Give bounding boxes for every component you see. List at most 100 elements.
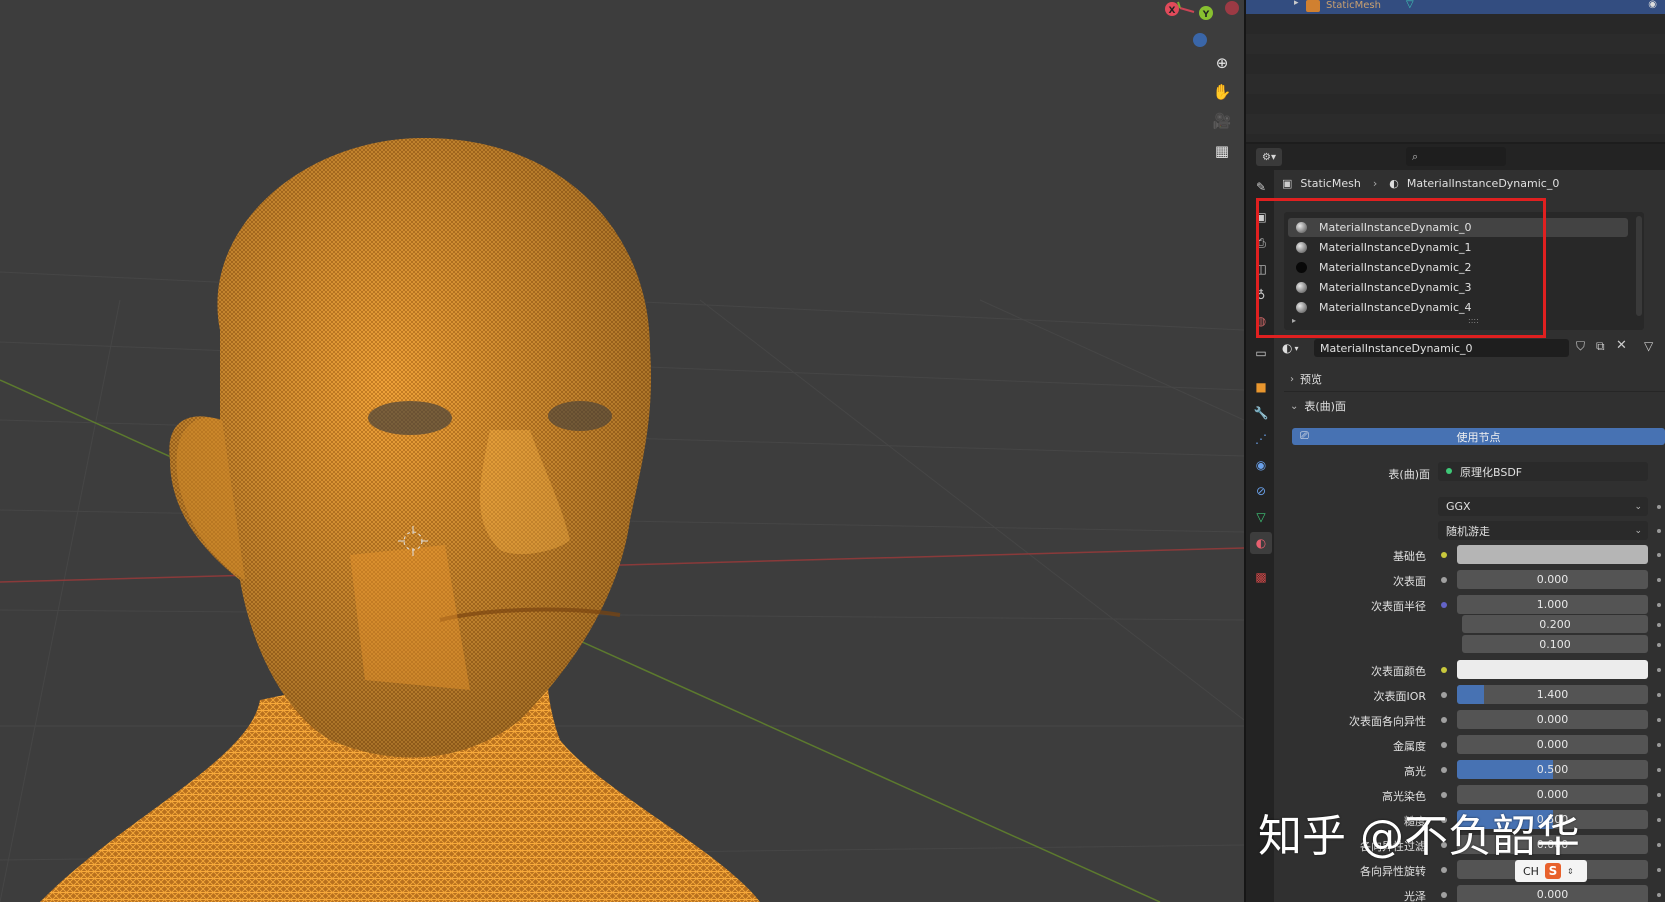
tab-collection-icon[interactable]: ▭ [1250, 342, 1272, 364]
material-name-field[interactable]: MaterialInstanceDynamic_0 [1314, 339, 1569, 357]
input-socket-icon[interactable] [1441, 767, 1447, 773]
material-ball-icon [1296, 282, 1307, 293]
list-resize-grip-icon[interactable]: :::: [1468, 316, 1479, 325]
input-socket-icon[interactable] [1441, 552, 1447, 558]
ime-indicator[interactable]: CH S ⇕ [1515, 860, 1587, 882]
tab-scene-icon[interactable]: ♁ [1250, 284, 1272, 306]
input-socket-icon[interactable] [1441, 792, 1447, 798]
surface-shader-dropdown[interactable]: 原理化BSDF [1438, 462, 1648, 481]
material-slot-item[interactable]: MaterialInstanceDynamic_4 [1288, 298, 1628, 317]
material-slot-item[interactable]: MaterialInstanceDynamic_0 [1288, 218, 1628, 237]
input-socket-icon[interactable] [1441, 667, 1447, 673]
panel-surface-header[interactable]: ⌄ 表(曲)面 [1284, 395, 1665, 417]
tab-output-icon[interactable]: ⎙ [1250, 232, 1272, 254]
breadcrumb: ▣ StaticMesh › ◐ MaterialInstanceDynamic… [1282, 177, 1559, 190]
chevron-down-icon: ▾ [1294, 343, 1299, 353]
keyframe-dot-icon[interactable] [1657, 743, 1661, 747]
tab-tool-icon[interactable]: ✎ [1250, 176, 1272, 198]
color-swatch-field[interactable] [1457, 545, 1648, 564]
chevron-down-icon: ⌄ [1634, 525, 1642, 536]
number-slider-field[interactable]: 0.200 [1462, 615, 1648, 633]
keyframe-dot-icon[interactable] [1657, 868, 1661, 872]
properties-tabs: ✎ ▣ ⎙ ◫ ♁ ◍ ▭ ■ 🔧 ⋰ ◉ ⊘ ▽ ◐ ▩ [1246, 170, 1274, 902]
tab-constraints-icon[interactable]: ⊘ [1250, 480, 1272, 502]
properties-search-input[interactable]: ⌕ [1406, 147, 1506, 166]
number-slider-field[interactable]: 0.000 [1457, 885, 1648, 902]
use-nodes-button[interactable]: ⎚ 使用节点 [1292, 428, 1665, 445]
input-socket-icon[interactable] [1441, 892, 1447, 898]
tab-particles-icon[interactable]: ⋰ [1250, 428, 1272, 450]
list-scrollbar[interactable] [1636, 216, 1642, 316]
number-slider-field[interactable]: 1.000 [1457, 595, 1648, 614]
number-slider-field[interactable]: 0.000 [1457, 735, 1648, 754]
input-socket-icon[interactable] [1441, 717, 1447, 723]
browse-material-button[interactable]: ◐ ▾ [1282, 339, 1310, 357]
property-label: 次表面IOR [1373, 690, 1426, 703]
keyframe-dot-icon[interactable] [1657, 793, 1661, 797]
number-slider-field[interactable]: 1.400 [1457, 685, 1648, 704]
expand-arrow-icon[interactable]: ▸ [1294, 0, 1299, 8]
tab-modifier-wrench-icon[interactable]: 🔧 [1250, 402, 1272, 424]
tab-object-icon[interactable]: ■ [1250, 376, 1272, 398]
input-socket-icon[interactable] [1441, 602, 1447, 608]
duplicate-material-icon[interactable]: ⧉ [1596, 339, 1605, 354]
keyframe-dot-icon[interactable] [1657, 603, 1661, 607]
tab-render-icon[interactable]: ▣ [1250, 206, 1272, 228]
input-socket-icon[interactable] [1441, 867, 1447, 873]
subsurface-method-dropdown[interactable]: 随机游走 ⌄ [1438, 521, 1648, 540]
mesh-data-icon: ▽ [1406, 0, 1414, 10]
material-slot-name: MaterialInstanceDynamic_0 [1319, 221, 1472, 234]
tab-material-icon[interactable]: ◐ [1250, 532, 1272, 554]
zoom-icon[interactable]: ⊕ [1209, 50, 1235, 76]
color-swatch-field[interactable] [1457, 660, 1648, 679]
input-socket-icon[interactable] [1441, 692, 1447, 698]
breadcrumb-object: StaticMesh [1300, 177, 1361, 190]
editor-type-icon[interactable]: ⚙▾ [1256, 148, 1282, 166]
list-expand-icon[interactable]: ▸ [1292, 316, 1296, 325]
shader-socket-icon [1446, 468, 1452, 474]
keyframe-dot-icon[interactable] [1657, 578, 1661, 582]
tab-mesh-data-icon[interactable]: ▽ [1250, 506, 1272, 528]
material-ball-icon [1296, 262, 1307, 273]
unlink-close-icon[interactable]: ✕ [1616, 338, 1627, 353]
panel-preview-header[interactable]: › 预览 [1284, 368, 1665, 390]
keyframe-dot-icon[interactable] [1657, 623, 1661, 627]
keyframe-dot-icon[interactable] [1657, 668, 1661, 672]
keyframe-dot-icon[interactable] [1657, 553, 1661, 557]
material-slot-name: MaterialInstanceDynamic_3 [1319, 281, 1472, 294]
number-slider-field[interactable]: 0.000 [1457, 570, 1648, 589]
material-slot-item[interactable]: MaterialInstanceDynamic_2 [1288, 258, 1628, 277]
tab-texture-icon[interactable]: ▩ [1250, 566, 1272, 588]
fake-user-shield-icon[interactable]: ⛉ [1576, 339, 1585, 354]
axis-gizmo[interactable]: X Y [1150, 0, 1244, 60]
number-slider-field[interactable]: 0.100 [1462, 635, 1648, 653]
slider-value: 0.500 [1536, 763, 1569, 776]
distribution-dropdown[interactable]: GGX ⌄ [1438, 497, 1648, 516]
keyframe-dot-icon[interactable] [1657, 768, 1661, 772]
camera-view-icon[interactable]: 🎥 [1209, 108, 1235, 134]
visibility-eye-icon[interactable]: ◉ [1648, 0, 1657, 10]
material-slot-item[interactable]: MaterialInstanceDynamic_3 [1288, 278, 1628, 297]
number-slider-field[interactable]: 0.000 [1457, 710, 1648, 729]
number-slider-field[interactable]: 0.500 [1457, 760, 1648, 779]
keyframe-dot-icon[interactable] [1657, 643, 1661, 647]
chevron-right-icon: › [1290, 373, 1294, 385]
keyframe-dot-icon[interactable] [1657, 893, 1661, 897]
keyframe-dot-icon[interactable] [1657, 818, 1661, 822]
perspective-grid-icon[interactable]: ▦ [1209, 138, 1235, 164]
tab-physics-icon[interactable]: ◉ [1250, 454, 1272, 476]
breadcrumb-material: MaterialInstanceDynamic_0 [1406, 177, 1560, 190]
keyframe-dot-icon[interactable] [1657, 718, 1661, 722]
keyframe-dot-icon[interactable] [1657, 693, 1661, 697]
pan-hand-icon[interactable]: ✋ [1209, 79, 1235, 105]
material-slot-item[interactable]: MaterialInstanceDynamic_1 [1288, 238, 1628, 257]
keyframe-dot-icon[interactable] [1657, 843, 1661, 847]
input-socket-icon[interactable] [1441, 742, 1447, 748]
filter-funnel-icon[interactable]: ▽ [1644, 339, 1653, 353]
tab-world-icon[interactable]: ◍ [1250, 310, 1272, 332]
tab-view-layer-icon[interactable]: ◫ [1250, 258, 1272, 280]
outliner-row-staticmesh[interactable]: ▸ StaticMesh ▽ ◉ [1246, 0, 1665, 14]
input-socket-icon[interactable] [1441, 577, 1447, 583]
material-slot-list[interactable]: MaterialInstanceDynamic_0 MaterialInstanc… [1284, 212, 1644, 330]
3d-viewport[interactable]: X Y ⊕ ✋ 🎥 ▦ [0, 0, 1244, 902]
